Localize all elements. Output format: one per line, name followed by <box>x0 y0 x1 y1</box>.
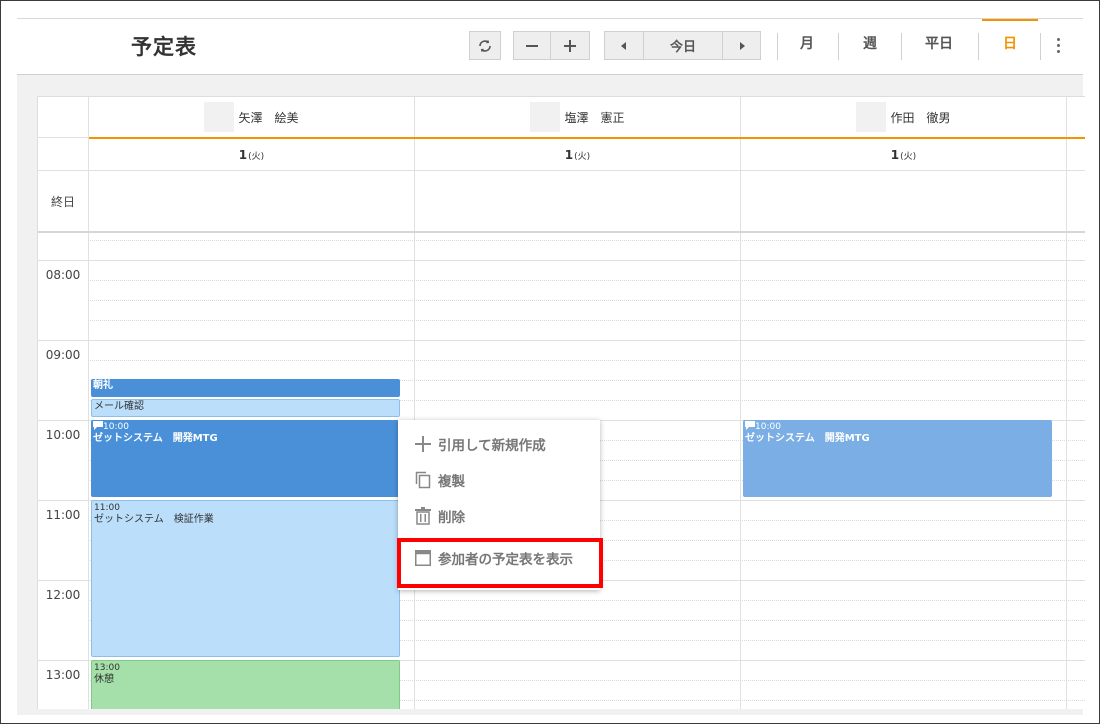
toolbar-divider <box>978 33 979 60</box>
date-label: 1 (火) <box>89 139 414 171</box>
hour-line <box>38 260 1085 261</box>
event-break[interactable]: 13:00 休憩 <box>91 660 400 709</box>
hour-label: 10:00 <box>45 428 81 442</box>
quarter-line <box>88 240 1085 241</box>
hour-label: 11:00 <box>45 508 81 522</box>
caret-right-icon <box>739 41 745 50</box>
menu-item-label: 複製 <box>438 474 465 490</box>
refresh-icon <box>479 39 491 52</box>
hour-label: 13:00 <box>45 668 81 682</box>
date-weekday: (火) <box>900 151 917 162</box>
allday-divider <box>38 231 1085 233</box>
copy-icon <box>414 471 432 489</box>
next-button[interactable] <box>722 31 761 60</box>
toolbar-divider <box>838 33 839 60</box>
quarter-line <box>88 280 1085 281</box>
column-divider <box>1066 97 1067 709</box>
active-view-indicator <box>982 19 1038 21</box>
menu-item-label: 引用して新規作成 <box>438 438 546 454</box>
toolbar-divider <box>1040 33 1041 60</box>
date-label: 1 (火) <box>415 139 740 171</box>
page-title: 予定表 <box>131 35 197 59</box>
day-calendar-grid: 矢澤 絵美 塩澤 憲正 作田 徹男 1 (火) 1 (火) 1 (火) 終日 08:0… <box>37 96 1085 709</box>
trash-icon <box>414 507 432 525</box>
column-divider <box>88 97 89 709</box>
plus-icon <box>564 39 576 52</box>
date-label: 1 (火) <box>741 139 1066 171</box>
date-weekday: (火) <box>574 151 591 162</box>
date-day: 1 <box>890 148 900 162</box>
event-time-text: 10:00 <box>755 422 781 432</box>
quarter-line <box>88 360 1085 361</box>
event-title: 休憩 <box>94 674 114 685</box>
caret-left-icon <box>621 41 626 50</box>
event-title: ゼットシステム 開発MTG <box>93 433 218 444</box>
view-weekday-tab[interactable]: 平日 <box>925 33 953 53</box>
view-month-tab[interactable]: 月 <box>800 33 814 53</box>
event-chorei[interactable]: 朝礼 <box>91 379 400 397</box>
column-divider <box>414 97 415 709</box>
event-time: 10:00 <box>93 421 398 433</box>
user-name: 塩澤 憲正 <box>564 110 625 125</box>
column-divider <box>740 97 741 709</box>
prev-button[interactable] <box>604 31 644 60</box>
avatar <box>530 102 561 132</box>
hour-line <box>38 340 1085 341</box>
menu-item-label: 削除 <box>438 510 465 526</box>
date-day: 1 <box>238 148 248 162</box>
event-title: メール確認 <box>94 401 144 412</box>
avatar <box>856 102 887 132</box>
event-title: 朝礼 <box>93 380 113 391</box>
toolbar-divider <box>777 33 778 60</box>
event-title: ゼットシステム 開発MTG <box>745 433 870 444</box>
event-time: 10:00 <box>745 421 1050 433</box>
event-dev-mtg-sakuta[interactable]: 10:00 ゼットシステム 開発MTG <box>743 420 1052 497</box>
view-week-tab[interactable]: 週 <box>863 33 877 53</box>
user-header-sakuta[interactable]: 作田 徹男 <box>741 97 1066 137</box>
event-time: 13:00 <box>94 663 120 673</box>
menu-item-duplicate[interactable]: 複製 <box>414 470 465 490</box>
user-name: 矢澤 絵美 <box>238 110 299 125</box>
view-day-tab[interactable]: 日 <box>1003 33 1017 53</box>
hour-label: 12:00 <box>45 588 81 602</box>
user-header-shiozawa[interactable]: 塩澤 憲正 <box>415 97 740 137</box>
refresh-button[interactable] <box>469 31 501 60</box>
menu-item-quote-new[interactable]: 引用して新規作成 <box>414 434 546 454</box>
hour-label: 09:00 <box>45 348 81 362</box>
date-weekday: (火) <box>248 151 265 162</box>
user-name: 作田 徹男 <box>890 110 951 125</box>
zoom-out-button[interactable] <box>513 31 551 60</box>
toolbar-divider <box>901 33 902 60</box>
event-title: ゼットシステム 検証作業 <box>94 514 214 525</box>
event-dev-mtg[interactable]: 10:00 ゼットシステム 開発MTG <box>91 420 400 497</box>
allday-label: 終日 <box>50 194 75 209</box>
more-menu-icon[interactable] <box>1057 38 1060 56</box>
plus-icon <box>414 435 432 453</box>
event-time: 11:00 <box>94 503 120 513</box>
quarter-line <box>88 320 1085 321</box>
row-divider <box>38 137 88 138</box>
event-time-text: 10:00 <box>103 422 129 432</box>
menu-item-delete[interactable]: 削除 <box>414 506 465 526</box>
user-header-yazawa[interactable]: 矢澤 絵美 <box>89 97 414 137</box>
zoom-in-button[interactable] <box>550 31 590 60</box>
highlight-box <box>397 538 603 588</box>
hour-label: 08:00 <box>45 268 81 282</box>
event-verification[interactable]: 11:00 ゼットシステム 検証作業 <box>91 500 400 657</box>
toolbar: 予定表 今日 月 週 平日 日 <box>17 19 1083 75</box>
event-mail-check[interactable]: メール確認 <box>91 399 400 417</box>
avatar <box>204 102 235 132</box>
minus-icon <box>526 44 538 47</box>
chat-icon <box>93 421 103 430</box>
date-day: 1 <box>564 148 574 162</box>
today-button[interactable]: 今日 <box>643 31 723 60</box>
quarter-line <box>88 300 1085 301</box>
chat-icon <box>745 421 755 430</box>
